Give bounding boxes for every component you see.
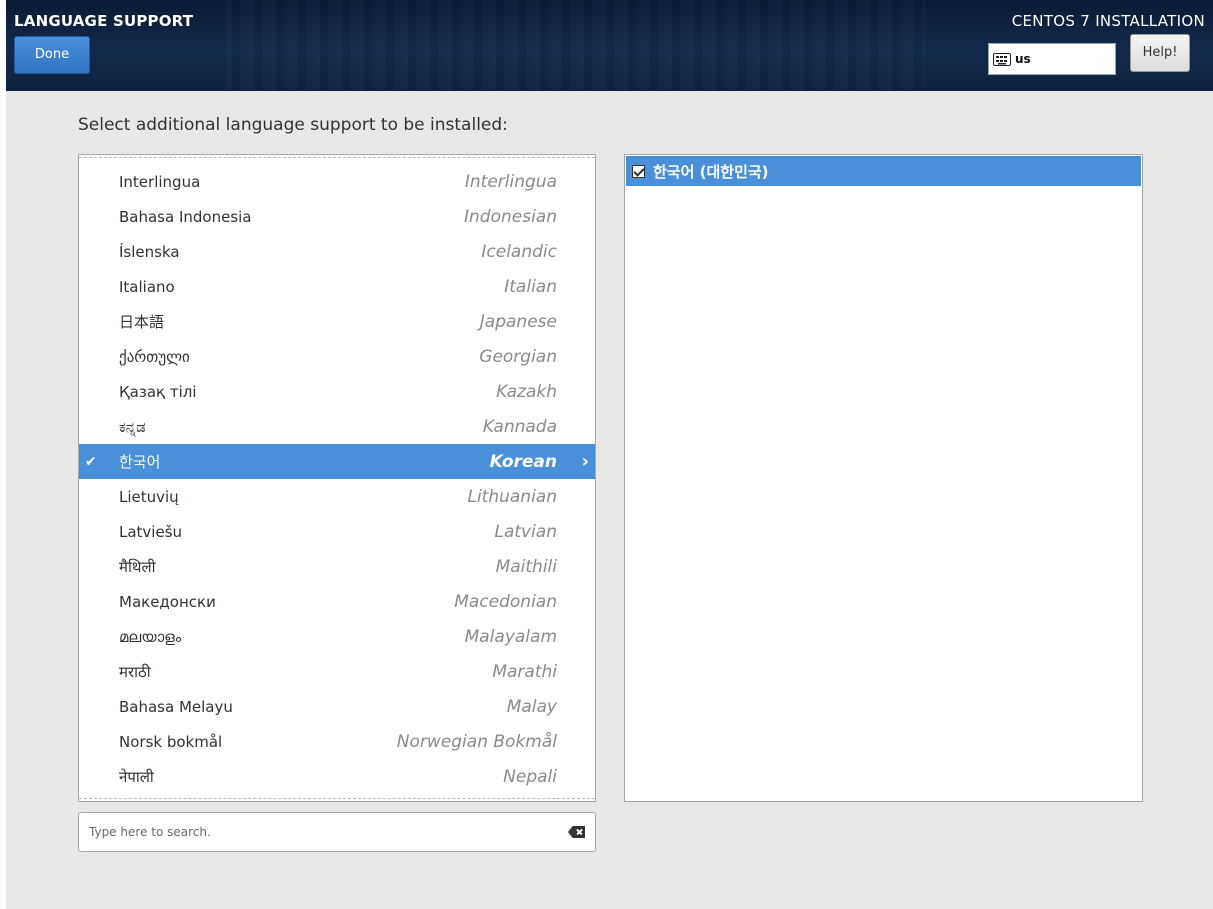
language-row[interactable]: नेपाली Nepali: [79, 759, 595, 794]
language-native-name: Norsk bokmål: [119, 732, 223, 751]
language-native-name: ಕನ್ನಡ: [119, 417, 146, 436]
help-button[interactable]: Help!: [1130, 34, 1190, 72]
language-native-name: मैथिली: [119, 557, 156, 576]
language-native-name: Bahasa Indonesia: [119, 207, 252, 226]
chevron-right-icon: ›: [581, 451, 589, 472]
language-row[interactable]: Íslenska Icelandic: [79, 234, 595, 269]
language-row[interactable]: ქართული Georgian: [79, 339, 595, 374]
locale-row[interactable]: 한국어 (대한민국): [626, 156, 1141, 186]
language-english-name: Malayalam: [464, 626, 557, 647]
top-bar: LANGUAGE SUPPORT Done CENTOS 7 INSTALLAT…: [6, 0, 1213, 91]
language-native-name: Italiano: [119, 277, 175, 296]
language-row[interactable]: मैथिली Maithili: [79, 549, 595, 584]
language-english-name: Italian: [504, 276, 557, 297]
language-list[interactable]: Interlingua Interlingua Bahasa Indonesia In…: [78, 154, 596, 802]
search-input[interactable]: [79, 813, 549, 851]
language-english-name: Indonesian: [464, 206, 557, 227]
language-native-name: नेपाली: [119, 767, 154, 786]
language-english-name: Marathi: [492, 661, 557, 682]
language-row[interactable]: Latviešu Latvian: [79, 514, 595, 549]
language-english-name: Malay: [506, 696, 557, 717]
language-native-name: 한국어: [119, 453, 161, 471]
language-english-name: Maithili: [495, 556, 557, 577]
language-native-name: ქართული: [119, 347, 190, 366]
header-background: [226, 0, 926, 91]
backspace-clear-icon[interactable]: [568, 826, 585, 838]
language-row[interactable]: Lietuvių Lithuanian: [79, 479, 595, 514]
language-native-name: Latviešu: [119, 522, 183, 541]
language-english-name: Georgian: [479, 346, 557, 367]
scroll-edge-bottom: [79, 798, 595, 799]
language-native-name: Bahasa Melayu: [119, 697, 233, 716]
language-native-name: മലയാളം: [119, 627, 182, 646]
language-english-name: Latvian: [494, 521, 557, 542]
language-native-name: 日本語: [119, 313, 165, 331]
language-english-name: Interlingua: [464, 171, 557, 192]
language-english-name: Korean: [489, 451, 557, 472]
language-native-name: Lietuvių: [119, 487, 179, 506]
keyboard-icon: [993, 52, 1011, 66]
language-english-name: Japanese: [479, 311, 557, 332]
language-row[interactable]: ✔ 한국어 Korean ›: [79, 444, 595, 479]
language-row[interactable]: मराठी Marathi: [79, 654, 595, 689]
keyboard-layout-indicator[interactable]: us: [988, 43, 1116, 75]
language-row[interactable]: ಕನ್ನಡ Kannada: [79, 409, 595, 444]
done-button[interactable]: Done: [14, 36, 90, 74]
product-title: CENTOS 7 INSTALLATION: [1011, 12, 1205, 30]
language-native-name: Қазақ тілі: [119, 382, 197, 401]
language-english-name: Nepali: [503, 766, 557, 787]
language-english-name: Icelandic: [481, 241, 557, 262]
language-english-name: Macedonian: [454, 591, 557, 612]
spoke-title: LANGUAGE SUPPORT: [14, 12, 194, 30]
language-english-name: Norwegian Bokmål: [396, 731, 557, 752]
language-row[interactable]: Norsk bokmål Norwegian Bokmål: [79, 724, 595, 759]
language-row[interactable]: Interlingua Interlingua: [79, 164, 595, 199]
page-prompt: Select additional language support to be…: [78, 115, 508, 135]
language-native-name: मराठी: [119, 662, 151, 681]
language-native-name: Interlingua: [119, 172, 201, 191]
language-row[interactable]: Bahasa Melayu Malay: [79, 689, 595, 724]
scroll-edge-top: [79, 157, 595, 158]
keyboard-layout-label: us: [1015, 52, 1031, 66]
locale-label: 한국어 (대한민국): [653, 162, 769, 181]
language-row[interactable]: Italiano Italian: [79, 269, 595, 304]
language-row[interactable]: മലയാളം Malayalam: [79, 619, 595, 654]
checkmark-icon: ✔: [85, 453, 97, 470]
locale-list[interactable]: 한국어 (대한민국): [624, 154, 1143, 802]
language-english-name: Kazakh: [496, 381, 557, 402]
language-row[interactable]: 日本語 Japanese: [79, 304, 595, 339]
search-field[interactable]: [78, 812, 596, 852]
language-row[interactable]: Қазақ тілі Kazakh: [79, 374, 595, 409]
language-native-name: Íslenska: [119, 242, 180, 261]
language-row[interactable]: Bahasa Indonesia Indonesian: [79, 199, 595, 234]
language-english-name: Lithuanian: [467, 486, 557, 507]
checkbox-checked-icon[interactable]: [632, 164, 645, 178]
language-row[interactable]: Македонски Macedonian: [79, 584, 595, 619]
language-english-name: Kannada: [482, 416, 557, 437]
language-native-name: Македонски: [119, 592, 216, 611]
